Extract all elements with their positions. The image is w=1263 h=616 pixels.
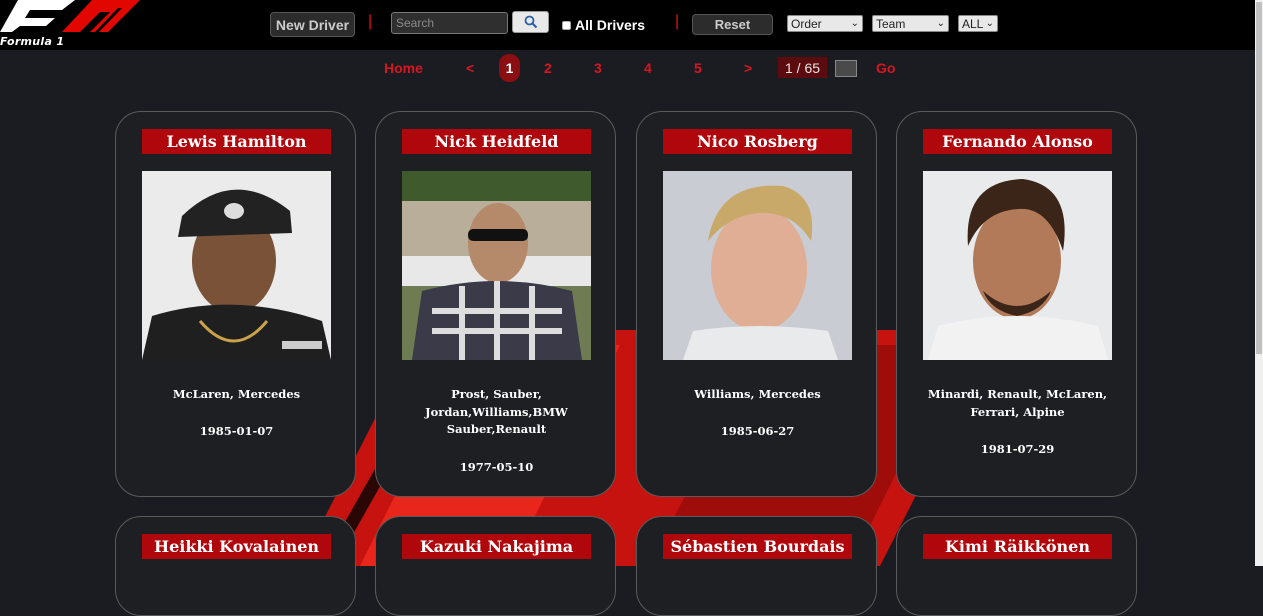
chevron-down-icon: ⌄ — [936, 18, 945, 29]
home-link[interactable]: Home — [384, 60, 423, 76]
scrollbar-thumb[interactable] — [1256, 2, 1262, 354]
toolbar-separator-2: | — [675, 13, 680, 30]
driver-card[interactable]: Fernando Alonso Minardi, Renault, McLare… — [896, 111, 1137, 497]
driver-dob: 1981-07-29 — [980, 442, 1055, 456]
driver-card[interactable]: Nick Heidfeld Prost, Sauber, Jordan,Will… — [375, 111, 616, 497]
driver-teams: McLaren, Mercedes — [172, 387, 301, 401]
all-select[interactable]: ALL ⌄ — [958, 15, 998, 32]
team-select[interactable]: Team ⌄ — [872, 15, 949, 32]
top-bar: Formula 1 New Driver | All Drivers | Res… — [0, 0, 1263, 50]
new-driver-button[interactable]: New Driver — [270, 12, 355, 37]
toolbar-separator: | — [368, 13, 373, 30]
driver-photo — [402, 171, 591, 360]
page-number-input[interactable] — [835, 60, 857, 77]
page-5-link[interactable]: 5 — [694, 60, 702, 76]
page-1-link[interactable]: 1 — [499, 54, 520, 82]
driver-teams: Williams, Mercedes — [694, 387, 821, 401]
driver-teams: Prost, Sauber, Jordan,Williams,BMW Saube… — [425, 387, 568, 436]
team-select-value: Team — [876, 16, 906, 31]
reset-button[interactable]: Reset — [692, 14, 773, 35]
search-input[interactable] — [391, 12, 508, 34]
driver-name: Nico Rosberg — [663, 129, 852, 154]
all-drivers-checkbox[interactable] — [562, 20, 571, 30]
prev-page-link[interactable]: < — [466, 60, 474, 76]
driver-name: Sébastien Bourdais — [663, 534, 852, 559]
all-drivers-label: All Drivers — [575, 17, 646, 33]
driver-dob: 1985-01-07 — [199, 424, 274, 438]
page-4-link[interactable]: 4 — [644, 60, 652, 76]
driver-teams: Minardi, Renault, McLaren, Ferrari, Alpi… — [927, 387, 1108, 419]
order-select-value: Order — [791, 16, 822, 31]
driver-name: Lewis Hamilton — [142, 129, 331, 154]
driver-card[interactable]: Sébastien Bourdais — [636, 516, 877, 616]
driver-name: Fernando Alonso — [923, 129, 1112, 154]
driver-card[interactable]: Kazuki Nakajima — [375, 516, 616, 616]
go-button[interactable]: Go — [876, 60, 895, 76]
driver-name: Heikki Kovalainen — [142, 534, 331, 559]
driver-card[interactable]: Kimi Räikkönen — [896, 516, 1137, 616]
driver-name: Kazuki Nakajima — [402, 534, 591, 559]
driver-photo — [663, 171, 852, 360]
driver-card[interactable]: Heikki Kovalainen — [115, 516, 356, 616]
search-icon — [524, 15, 537, 29]
chevron-down-icon: ⌄ — [850, 18, 859, 29]
search-button[interactable] — [512, 11, 549, 33]
driver-card[interactable]: Lewis Hamilton McLaren, Mercedes 1985-01… — [115, 111, 356, 497]
order-select[interactable]: Order ⌄ — [787, 15, 863, 32]
f1-logo[interactable]: Formula 1 — [0, 0, 145, 50]
driver-dob: 1985-06-27 — [720, 424, 795, 438]
driver-name: Nick Heidfeld — [402, 129, 591, 154]
next-page-link[interactable]: > — [744, 60, 752, 76]
page-2-link[interactable]: 2 — [544, 60, 552, 76]
driver-card[interactable]: Nico Rosberg Williams, Mercedes 1985-06-… — [636, 111, 877, 497]
all-select-value: ALL — [962, 16, 984, 31]
page-count: 1 / 65 — [778, 57, 827, 78]
driver-name: Kimi Räikkönen — [923, 534, 1112, 559]
page-3-link[interactable]: 3 — [594, 60, 602, 76]
driver-photo — [923, 171, 1112, 360]
all-drivers-toggle[interactable]: All Drivers — [562, 17, 645, 33]
logo-text: Formula 1 — [0, 35, 65, 48]
driver-dob: 1977-05-10 — [459, 460, 534, 474]
chevron-down-icon: ⌄ — [985, 18, 994, 29]
driver-photo — [142, 171, 331, 360]
